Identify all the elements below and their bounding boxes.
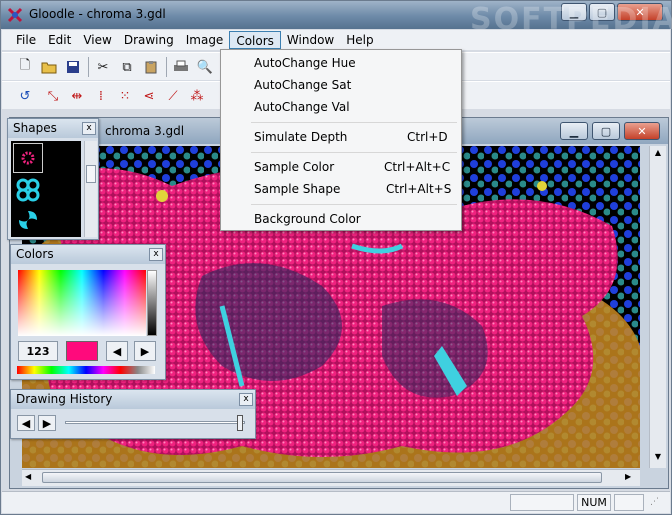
vertical-scrollbar[interactable]: ▲ ▼ — [649, 146, 666, 468]
menu-item-label: AutoChange Hue — [254, 56, 356, 70]
watermark-text: SOFTPEDIA — [470, 2, 672, 37]
menu-help[interactable]: Help — [340, 31, 379, 49]
new-file-icon[interactable]: 🗋 — [14, 56, 36, 78]
colors-panel-close-button[interactable]: x — [149, 248, 163, 261]
next-color-button[interactable]: ▶ — [134, 341, 156, 361]
menu-item-label: Simulate Depth — [254, 130, 348, 144]
colors-panel-title: Colors — [11, 245, 165, 264]
shapes-list[interactable] — [11, 141, 81, 237]
history-slider-thumb[interactable] — [237, 415, 243, 431]
menu-drawing[interactable]: Drawing — [118, 31, 180, 49]
arrow-right-icon: ▶ — [42, 416, 52, 430]
history-panel-close-button[interactable]: x — [239, 393, 253, 406]
quad-mirror-icon[interactable]: ⁙ — [114, 85, 136, 107]
menu-item-label: Background Color — [254, 212, 361, 226]
menu-item-label: AutoChange Sat — [254, 78, 352, 92]
menu-item-shortcut: Ctrl+Alt+C — [384, 160, 451, 174]
menu-item-autochange-sat[interactable]: AutoChange Sat — [221, 75, 461, 95]
menu-image[interactable]: Image — [180, 31, 230, 49]
history-slider-track[interactable] — [65, 421, 245, 424]
menu-item-sample-color[interactable]: Sample Color Ctrl+Alt+C — [221, 157, 461, 177]
menu-edit[interactable]: Edit — [42, 31, 77, 49]
current-color-swatch[interactable] — [66, 341, 98, 361]
scroll-up-icon[interactable]: ▲ — [652, 148, 664, 162]
menu-item-shortcut: Ctrl+Alt+S — [386, 182, 452, 196]
undo-icon[interactable]: ↺ — [14, 85, 36, 107]
line-draw-icon[interactable]: ⟋ — [162, 85, 184, 107]
menu-view[interactable]: View — [77, 31, 117, 49]
close-icon: ✕ — [637, 124, 647, 138]
rotate-symmetry-icon[interactable]: ⋖ — [138, 85, 160, 107]
scroll-right-icon[interactable]: ▶ — [625, 472, 637, 484]
color-picker-gradient[interactable] — [18, 270, 146, 336]
status-bar: NUM ⋰ — [2, 491, 670, 513]
status-cell-scroll — [614, 494, 644, 511]
colors-panel: Colors x 123 ◀ ▶ — [10, 244, 166, 380]
resize-grip-icon[interactable]: ⋰ — [650, 497, 659, 507]
shape-quad-rings-icon[interactable] — [13, 175, 43, 205]
menu-separator — [251, 122, 457, 123]
minimize-icon: ▁ — [569, 124, 579, 138]
rgb-value-button[interactable]: 123 — [18, 341, 58, 361]
horizontal-scroll-thumb[interactable] — [42, 472, 602, 483]
horizontal-mirror-icon[interactable]: ⁞ — [90, 85, 112, 107]
menu-item-autochange-hue[interactable]: AutoChange Hue — [221, 53, 461, 73]
status-cell-caps — [510, 494, 574, 511]
history-forward-button[interactable]: ▶ — [38, 415, 56, 431]
menu-item-shortcut: Ctrl+D — [407, 130, 448, 144]
previous-color-button[interactable]: ◀ — [106, 341, 128, 361]
doc-close-button[interactable]: ✕ — [624, 122, 660, 140]
doc-maximize-button[interactable]: ▢ — [592, 122, 620, 140]
doc-minimize-button[interactable]: ▁ — [560, 122, 588, 140]
menu-item-label: Sample Color — [254, 160, 335, 174]
print-icon[interactable] — [170, 56, 192, 78]
menu-item-sample-shape[interactable]: Sample Shape Ctrl+Alt+S — [221, 179, 461, 199]
menu-window[interactable]: Window — [281, 31, 340, 49]
toolbar-separator — [166, 57, 167, 77]
copy-icon[interactable]: ⧉ — [116, 56, 138, 78]
shape-swirl-icon[interactable] — [13, 205, 43, 235]
menu-item-background-color[interactable]: Background Color — [221, 209, 461, 229]
drawing-history-panel: Drawing History x ◀ ▶ — [10, 389, 256, 439]
menu-item-label: AutoChange Val — [254, 100, 350, 114]
cut-icon[interactable]: ✂ — [92, 56, 114, 78]
history-back-button[interactable]: ◀ — [17, 415, 35, 431]
arrow-left-icon: ◀ — [21, 416, 31, 430]
shapes-scrollbar[interactable] — [84, 141, 97, 237]
scroll-left-icon[interactable]: ◀ — [25, 472, 37, 484]
horizontal-scrollbar[interactable]: ◀ ▶ — [22, 469, 640, 486]
history-panel-title: Drawing History — [11, 390, 255, 409]
window-title: Gloodle - chroma 3.gdl — [29, 7, 166, 21]
app-logo-icon — [7, 7, 23, 23]
brightness-slider[interactable] — [147, 270, 157, 336]
menu-separator — [251, 204, 457, 205]
vertical-mirror-icon[interactable]: ⇹ — [66, 85, 88, 107]
arrow-right-icon: ▶ — [140, 344, 150, 358]
menu-item-autochange-val[interactable]: AutoChange Val — [221, 97, 461, 117]
color-palette-strip[interactable] — [17, 366, 155, 374]
menu-item-label: Sample Shape — [254, 182, 341, 196]
scroll-down-icon[interactable]: ▼ — [652, 452, 664, 466]
toolbar-separator — [88, 57, 89, 77]
diagonal-mirror-icon[interactable]: ⤡ — [42, 85, 64, 107]
print-preview-icon[interactable]: 🔍 — [194, 56, 216, 78]
arrow-left-icon: ◀ — [112, 344, 122, 358]
menu-file[interactable]: File — [10, 31, 42, 49]
colors-dropdown-menu: AutoChange Hue AutoChange Sat AutoChange… — [220, 49, 462, 231]
shapes-scroll-thumb[interactable] — [86, 165, 96, 183]
document-title: chroma 3.gdl — [105, 124, 185, 138]
menu-item-simulate-depth[interactable]: Simulate Depth Ctrl+D — [221, 127, 461, 147]
menu-colors[interactable]: Colors — [229, 31, 281, 49]
shapes-panel-close-button[interactable]: x — [82, 122, 96, 135]
spray-draw-icon[interactable]: ⁂ — [186, 85, 208, 107]
menu-separator — [251, 152, 457, 153]
paste-icon[interactable] — [140, 56, 162, 78]
shape-flower-icon[interactable] — [13, 143, 43, 173]
save-icon[interactable] — [62, 56, 84, 78]
open-folder-icon[interactable] — [38, 56, 60, 78]
maximize-icon: ▢ — [600, 124, 612, 138]
shapes-panel: Shapes x — [7, 118, 99, 240]
status-num: NUM — [577, 494, 611, 511]
